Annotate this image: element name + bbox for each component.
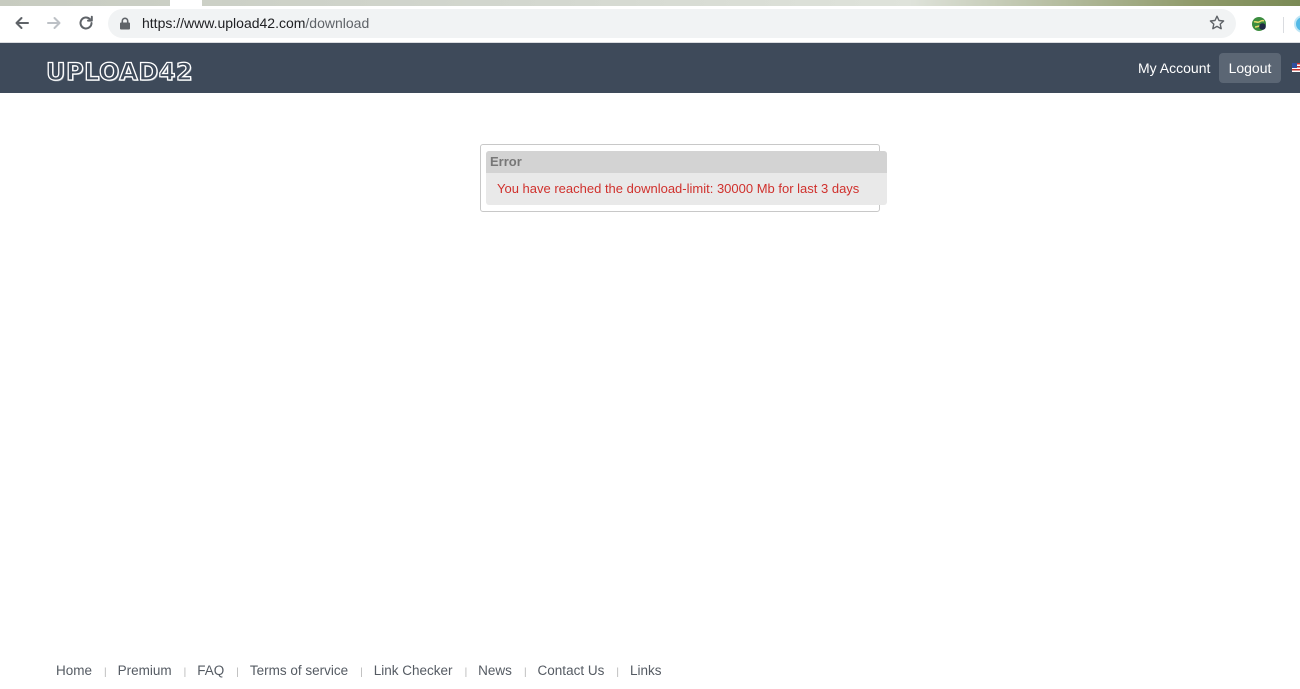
footer-link-links[interactable]: Links [630,662,662,680]
footer-separator: | [104,666,107,678]
url-path: /download [305,15,370,31]
error-panel: Error You have reached the download-limi… [486,151,887,205]
back-button[interactable] [9,10,35,36]
footer-separator: | [183,666,187,678]
footer-link-terms[interactable]: Terms of service [250,662,348,680]
reload-icon [79,15,93,30]
url-text[interactable]: https://www.upload42.com/download [142,15,369,32]
footer-link-home[interactable]: Home [56,662,92,680]
error-title: Error [486,151,887,173]
address-bar[interactable]: https://www.upload42.com/download [108,9,1236,38]
footer-link-premium[interactable]: Premium [118,662,172,680]
forward-arrow-icon [47,17,61,29]
lock-icon [120,17,130,30]
footer-link-news[interactable]: News [478,662,512,680]
extension-globe-icon[interactable] [1250,15,1268,33]
my-account-link[interactable]: My Account [1138,59,1210,77]
url-host: https://www.upload42.com [142,15,306,31]
footer-separator: | [236,666,239,678]
footer-separator: | [523,666,527,678]
reload-button[interactable] [73,10,99,36]
forward-button[interactable] [41,10,67,36]
footer-separator: | [616,666,619,678]
toolbar-divider [1283,17,1284,33]
browser-toolbar: https://www.upload42.com/download [0,6,1300,43]
footer-link-faq[interactable]: FAQ [197,662,224,680]
error-message: You have reached the download-limit: 300… [497,181,860,196]
footer-link-contact[interactable]: Contact Us [538,662,605,680]
footer-nav: Home | Premium | FAQ | Terms of service … [56,661,661,681]
language-flag-icon[interactable] [1292,63,1300,72]
profile-avatar[interactable] [1294,15,1300,33]
site-header: UPLOAD42 My Account Logout [0,43,1300,93]
footer-separator: | [360,666,363,678]
back-arrow-icon [15,17,29,29]
logout-button[interactable]: Logout [1219,53,1281,83]
bookmark-star-icon[interactable] [1208,14,1226,32]
footer-separator: | [464,666,468,678]
site-logo[interactable]: UPLOAD42 [45,57,193,86]
footer-link-link-checker[interactable]: Link Checker [374,662,453,680]
